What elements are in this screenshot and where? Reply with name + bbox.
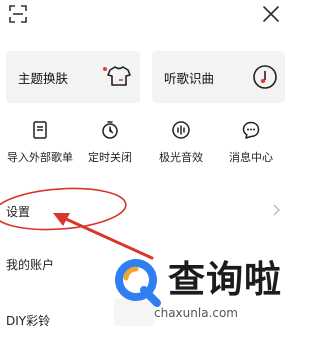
sleep-timer-button[interactable]: 定时关闭 [74,120,146,170]
shirt-icon [107,66,131,86]
sleep-timer-label: 定时关闭 [88,151,132,164]
message-center-button[interactable]: 消息中心 [215,120,287,170]
watermark-logo-icon [115,259,161,307]
watermark-url: chaxunla.com [154,306,238,320]
timer-icon [102,121,118,139]
chevron-right-icon [273,204,280,216]
my-account-label: 我的账户 [6,258,55,272]
import-playlist-button[interactable]: 导入外部歌单 [4,120,76,170]
song-recognition-label: 听歌识曲 [164,71,215,86]
settings-label: 设置 [6,205,31,219]
sound-effect-label: 极光音效 [159,151,203,164]
import-playlist-icon [33,121,47,139]
settings-row[interactable]: 设置 [0,186,291,234]
music-disc-icon [253,65,277,89]
song-recognition-card[interactable]: 听歌识曲 [152,51,285,103]
watermark-title: 查询啦 [168,258,282,301]
import-playlist-label: 导入外部歌单 [7,151,73,164]
theme-skin-label: 主题换肤 [18,71,69,86]
watermark: 查询啦 chaxunla.com [112,252,282,336]
scan-icon[interactable] [8,4,28,24]
theme-skin-card[interactable]: 主题换肤 [6,51,140,103]
message-icon [242,121,260,139]
message-center-label: 消息中心 [229,151,273,164]
sound-effect-button[interactable]: 极光音效 [145,120,217,170]
sound-effect-icon [172,121,190,139]
close-icon[interactable] [262,5,280,23]
diy-ringtone-label: DIY彩铃 [6,314,51,328]
